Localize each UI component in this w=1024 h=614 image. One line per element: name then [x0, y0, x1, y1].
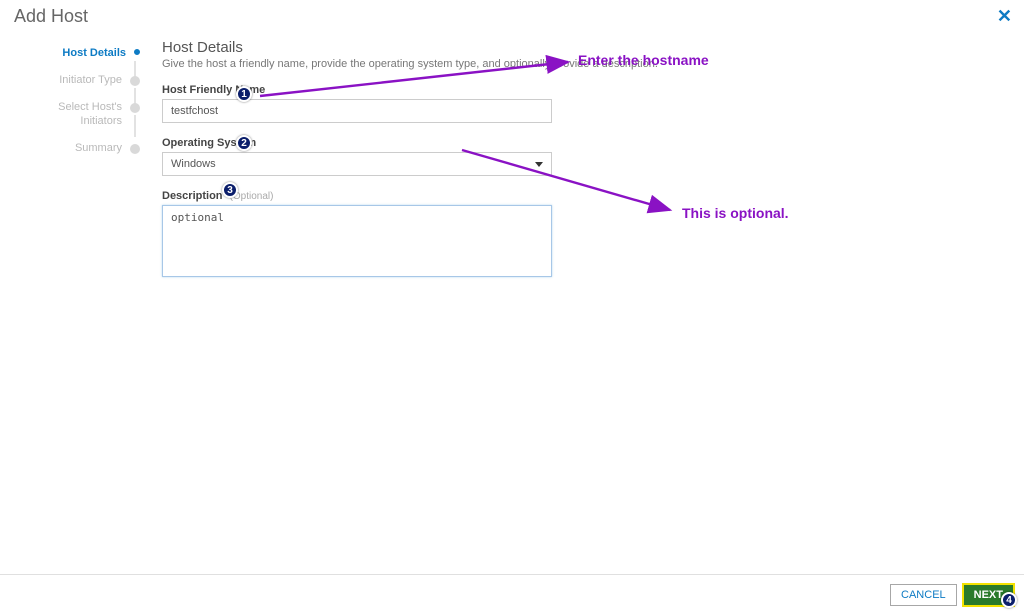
description-label-text: Description	[162, 190, 223, 202]
step-dot-icon	[130, 144, 140, 154]
step-initiator-type[interactable]: Initiator Type	[0, 74, 140, 87]
dialog-footer: CANCEL NEXT	[0, 574, 1024, 614]
step-select-initiators[interactable]: Select Host's Initiators	[0, 101, 140, 127]
step-connector	[134, 115, 136, 137]
host-name-label: Host Friendly Name	[162, 84, 1004, 96]
field-operating-system: Operating System Windows	[162, 137, 1004, 176]
description-label: Description (Optional)	[162, 190, 1004, 202]
annotation-badge-3: 3	[222, 182, 238, 198]
field-host-name: Host Friendly Name	[162, 84, 1004, 123]
annotation-badge-2: 2	[236, 135, 252, 151]
field-description: Description (Optional)	[162, 190, 1004, 282]
step-dot-icon	[134, 49, 140, 55]
os-select[interactable]: Windows	[162, 152, 552, 176]
close-icon[interactable]: ✕	[997, 6, 1012, 27]
annotation-badge-4: 4	[1001, 592, 1017, 608]
wizard-steps: Host Details Initiator Type Select Host'…	[0, 31, 140, 561]
os-label: Operating System	[162, 137, 1004, 149]
annotation-badge-1: 1	[236, 86, 252, 102]
step-label: Initiator Type	[59, 74, 130, 87]
step-dot-icon	[130, 76, 140, 86]
cancel-button[interactable]: CANCEL	[890, 584, 957, 606]
os-selected-value: Windows	[171, 158, 216, 170]
step-label: Host Details	[62, 47, 134, 60]
step-label: Select Host's Initiators	[40, 101, 130, 127]
caret-down-icon	[535, 162, 543, 167]
dialog-header: Add Host ✕	[0, 0, 1024, 31]
step-dot-icon	[130, 103, 140, 113]
dialog-title: Add Host	[14, 6, 88, 27]
dialog-content: Host Details Initiator Type Select Host'…	[0, 31, 1024, 561]
annotation-hostname-text: Enter the hostname	[578, 52, 709, 68]
step-label: Summary	[75, 142, 130, 155]
step-summary[interactable]: Summary	[0, 142, 140, 155]
annotation-optional-text: This is optional.	[682, 205, 789, 221]
step-host-details[interactable]: Host Details	[0, 47, 140, 60]
host-name-input[interactable]	[162, 99, 552, 123]
form-area: Host Details Give the host a friendly na…	[140, 31, 1024, 561]
description-textarea[interactable]	[162, 205, 552, 277]
